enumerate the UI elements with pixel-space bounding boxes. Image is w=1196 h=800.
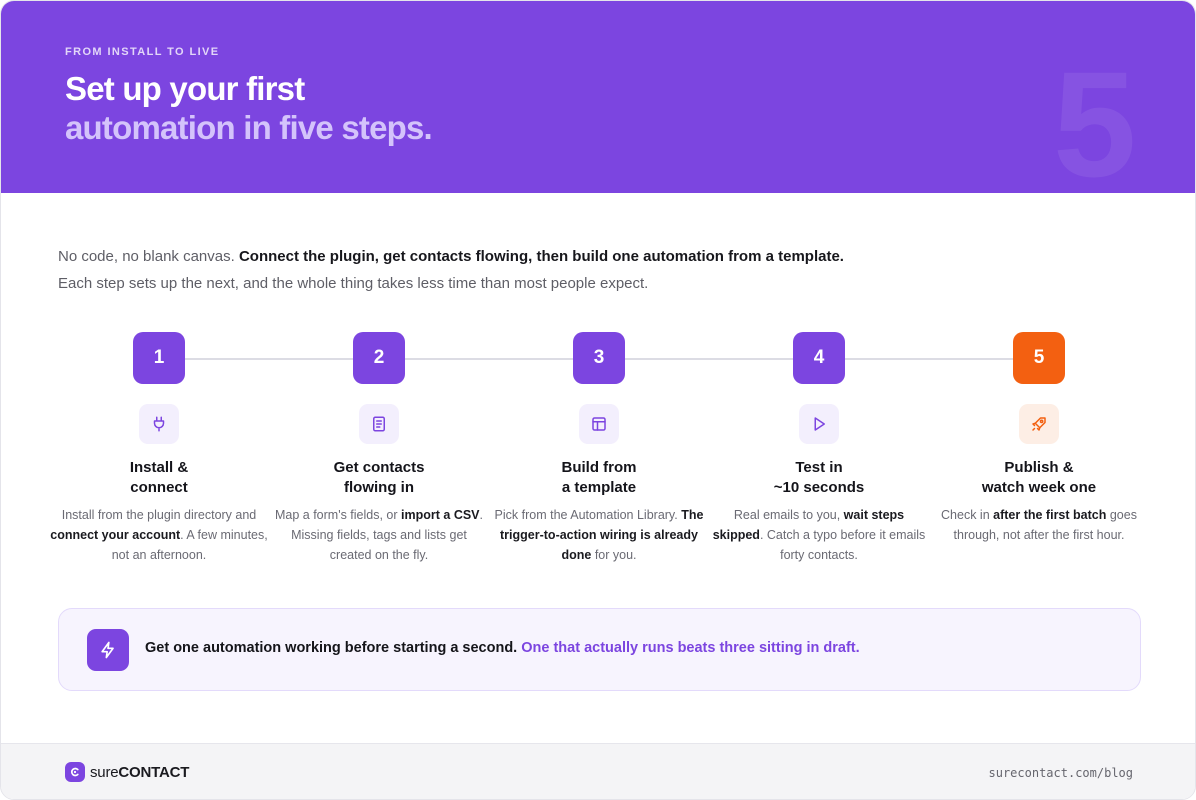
lightning-icon	[87, 629, 129, 671]
step-description: Map a form's fields, or import a CSV. Mi…	[269, 505, 489, 565]
intro-bold: Connect the plugin, get contacts flowing…	[238, 248, 844, 265]
step-number-badge: 3	[573, 332, 625, 384]
header-banner: FROM INSTALL TO LIVE Set up your first a…	[1, 1, 1195, 199]
infographic-card: FROM INSTALL TO LIVE Set up your first a…	[0, 0, 1196, 800]
page-title: Set up your first automation in five ste…	[65, 69, 433, 147]
step-description-text: Real emails to you,	[733, 508, 844, 522]
step-title: Get contacts flowing in	[269, 458, 489, 498]
step-title-line-1: Get contacts	[333, 459, 425, 476]
brand-name-b: CONTACT	[118, 763, 190, 781]
step-title-line-1: Publish &	[1004, 459, 1074, 476]
logo-mark-icon	[65, 762, 85, 782]
step-number-badge: 5	[1013, 332, 1065, 384]
step-description: Real emails to you, wait steps skipped. …	[709, 505, 929, 565]
step-title-line-1: Test in	[795, 459, 843, 476]
step-title-line-2: a template	[561, 479, 637, 496]
watermark-number: 5	[1053, 40, 1137, 208]
plug-icon	[139, 404, 179, 444]
play-icon	[799, 404, 839, 444]
step-description-text: for you.	[591, 548, 637, 562]
step-description-emphasis: after the first batch	[993, 508, 1107, 522]
step-description-text: Check in	[941, 508, 994, 522]
step-title-line-2: flowing in	[344, 479, 414, 496]
step-title: Build from a template	[489, 458, 709, 498]
step-number-badge: 1	[133, 332, 185, 384]
step-description: Pick from the Automation Library. The tr…	[489, 505, 709, 565]
step-title-line-1: Install &	[129, 459, 189, 476]
rocket-icon	[1019, 404, 1059, 444]
step-title-line-1: Build from	[561, 459, 637, 476]
tip-text: Get one automation working before starti…	[145, 640, 860, 656]
step-title-line-2: connect	[130, 479, 188, 496]
step-description: Install from the plugin directory and co…	[49, 505, 269, 565]
step-description-text: Map a form's fields, or	[274, 508, 402, 522]
intro-rest: Each step sets up the next, and the whol…	[58, 275, 649, 292]
eyebrow-label: FROM INSTALL TO LIVE	[65, 46, 220, 58]
step-title: Test in ~10 seconds	[709, 458, 929, 498]
intro-paragraph: No code, no blank canvas. Connect the pl…	[58, 243, 858, 297]
footer: sureCONTACT surecontact.com/blog	[1, 743, 1195, 799]
intro-lead: No code, no blank canvas.	[58, 248, 235, 265]
step-title-line-2: watch week one	[981, 479, 1097, 496]
title-line-2: automation in five steps.	[65, 109, 433, 146]
step-description-emphasis: connect your account	[50, 528, 181, 542]
brand-name: sureCONTACT	[90, 764, 189, 781]
step-description-emphasis: import a CSV	[401, 508, 480, 522]
step-number-badge: 2	[353, 332, 405, 384]
step-title: Install & connect	[49, 458, 269, 498]
step-number-badge: 4	[793, 332, 845, 384]
step-title: Publish & watch week one	[929, 458, 1149, 498]
footer-url-link[interactable]: surecontact.com/blog	[989, 766, 1134, 780]
step-description-text: Pick from the Automation Library.	[494, 508, 682, 522]
title-line-1: Set up your first	[65, 70, 305, 107]
step-title-line-2: ~10 seconds	[773, 479, 865, 496]
tip-main: Get one automation working before starti…	[145, 640, 518, 656]
document-icon	[359, 404, 399, 444]
step-description: Check in after the first batch goes thro…	[929, 505, 1149, 545]
brand-logo[interactable]: sureCONTACT	[65, 762, 189, 782]
tip-callout: Get one automation working before starti…	[58, 608, 1141, 691]
brand-name-a: sure	[90, 763, 119, 781]
step-description-text: Install from the plugin directory and	[61, 508, 257, 522]
tip-accent: One that actually runs beats three sitti…	[521, 640, 860, 656]
layout-icon	[579, 404, 619, 444]
step-description-text: . Catch a typo before it emails forty co…	[759, 528, 926, 562]
